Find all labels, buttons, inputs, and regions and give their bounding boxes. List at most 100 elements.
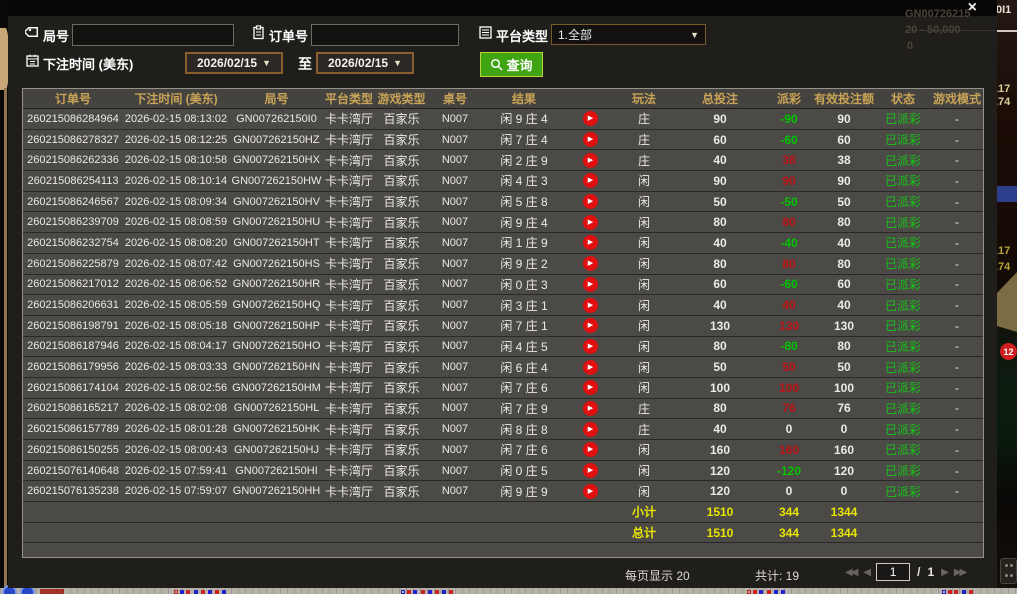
cell-round-id: GN007262150I0: [229, 113, 324, 125]
dialog-titlebar: ×: [8, 0, 997, 16]
cell-table-no: N007: [429, 340, 481, 352]
cell-replay: ▶: [567, 360, 613, 375]
next-page-icon[interactable]: ▶: [941, 567, 947, 578]
cell-valid-bet: 60: [813, 277, 875, 291]
replay-button[interactable]: ▶: [583, 318, 598, 333]
grand-total-bet: 1510: [675, 526, 765, 540]
cell-payout: 76: [765, 401, 813, 415]
column-header-payout: 派彩: [765, 90, 813, 107]
cell-play: 庄: [613, 110, 675, 127]
background-left-line: [4, 88, 7, 588]
replay-button[interactable]: ▶: [583, 173, 598, 188]
play-icon: ▶: [588, 115, 593, 122]
replay-button[interactable]: ▶: [583, 484, 598, 499]
cell-total-bet: 40: [675, 422, 765, 436]
last-page-icon[interactable]: ▶▶: [954, 567, 965, 578]
screen: 0I1 ,17 ,74 ,17 ,74 12 × GN00726215 20 -…: [0, 0, 1017, 594]
close-icon[interactable]: ×: [968, 0, 977, 16]
cell-replay: ▶: [567, 442, 613, 457]
cell-play: 庄: [613, 152, 675, 169]
replay-button[interactable]: ▶: [583, 380, 598, 395]
page-separator: /: [917, 565, 920, 579]
cell-table-no: N007: [429, 382, 481, 394]
cell-result: 闲 3 庄 1: [481, 297, 567, 314]
play-icon: ▶: [588, 446, 593, 453]
bet-records-table: 订单号 下注时间 (美东) 局号 平台类型 游戏类型 桌号 结果 玩法 总投注 …: [22, 88, 984, 558]
date-from-picker[interactable]: 2026/02/15 ▼: [185, 52, 283, 74]
cell-round-id: GN007262150HM: [229, 382, 324, 394]
replay-button[interactable]: ▶: [583, 360, 598, 375]
search-icon: [490, 58, 503, 71]
page-total: 1: [927, 565, 934, 579]
cell-platform: 卡卡湾厅: [324, 441, 374, 458]
cell-platform: 卡卡湾厅: [324, 172, 374, 189]
replay-button[interactable]: ▶: [583, 463, 598, 478]
cell-round-id: GN007262150HR: [229, 278, 324, 290]
replay-button[interactable]: ▶: [583, 298, 598, 313]
cell-play: 闲: [613, 255, 675, 272]
cell-bet-time: 2026-02-15 08:10:14: [123, 175, 229, 187]
replay-button[interactable]: ▶: [583, 194, 598, 209]
prev-page-icon[interactable]: ◀: [863, 567, 869, 578]
cell-game-mode: -: [931, 464, 983, 478]
replay-button[interactable]: ▶: [583, 235, 598, 250]
cell-play: 闲: [613, 317, 675, 334]
grand-total-payout: 344: [765, 526, 813, 540]
cell-order-id: 260215086187946: [23, 340, 123, 352]
page-number-input[interactable]: [876, 563, 910, 581]
cell-replay: ▶: [567, 401, 613, 416]
replay-button[interactable]: ▶: [583, 215, 598, 230]
replay-button[interactable]: ▶: [583, 132, 598, 147]
cell-payout: -90: [765, 112, 813, 126]
cell-replay: ▶: [567, 463, 613, 478]
cell-game-mode: -: [931, 360, 983, 374]
cell-table-no: N007: [429, 299, 481, 311]
play-icon: ▶: [588, 322, 593, 329]
cell-payout: 90: [765, 174, 813, 188]
date-to-picker[interactable]: 2026/02/15 ▼: [316, 52, 414, 74]
subtotal-bet: 1510: [675, 505, 765, 519]
cell-bet-time: 2026-02-15 08:13:02: [123, 113, 229, 125]
calendar-icon: [25, 53, 40, 68]
replay-button[interactable]: ▶: [583, 277, 598, 292]
replay-button[interactable]: ▶: [583, 442, 598, 457]
first-page-icon[interactable]: ◀◀: [845, 567, 856, 578]
cell-status: 已派彩: [875, 297, 931, 314]
cell-game-type: 百家乐: [374, 379, 429, 396]
search-button[interactable]: 查询: [480, 52, 543, 77]
cell-payout: 38: [765, 153, 813, 167]
cell-total-bet: 60: [675, 277, 765, 291]
cell-platform: 卡卡湾厅: [324, 297, 374, 314]
cell-game-mode: -: [931, 443, 983, 457]
cell-status: 已派彩: [875, 255, 931, 272]
replay-button[interactable]: ▶: [583, 339, 598, 354]
order-number-input[interactable]: [311, 24, 459, 46]
replay-button[interactable]: ▶: [583, 256, 598, 271]
round-number-input[interactable]: [72, 24, 234, 46]
cell-status: 已派彩: [875, 172, 931, 189]
cell-game-mode: -: [931, 112, 983, 126]
replay-button[interactable]: ▶: [583, 111, 598, 126]
cell-status: 已派彩: [875, 131, 931, 148]
cell-result: 闲 9 庄 4: [481, 214, 567, 231]
background-underline: [997, 30, 1017, 32]
replay-button[interactable]: ▶: [583, 422, 598, 437]
cell-replay: ▶: [567, 484, 613, 499]
cell-round-id: GN007262150HZ: [229, 134, 324, 146]
replay-button[interactable]: ▶: [583, 153, 598, 168]
platform-type-select[interactable]: 1.全部 ▼: [551, 24, 706, 45]
table-row: 260215086232754 2026-02-15 08:08:20 GN00…: [23, 233, 983, 254]
play-icon: ▶: [588, 260, 593, 267]
cell-platform: 卡卡湾厅: [324, 276, 374, 293]
column-header-total-bet: 总投注: [675, 90, 765, 107]
replay-button[interactable]: ▶: [583, 401, 598, 416]
cell-total-bet: 50: [675, 195, 765, 209]
column-header-game-type: 游戏类型: [374, 90, 429, 107]
cell-total-bet: 100: [675, 381, 765, 395]
cell-status: 已派彩: [875, 441, 931, 458]
cell-table-no: N007: [429, 175, 481, 187]
cell-play: 闲: [613, 338, 675, 355]
cell-result: 闲 0 庄 3: [481, 276, 567, 293]
cell-replay: ▶: [567, 277, 613, 292]
cell-valid-bet: 130: [813, 319, 875, 333]
